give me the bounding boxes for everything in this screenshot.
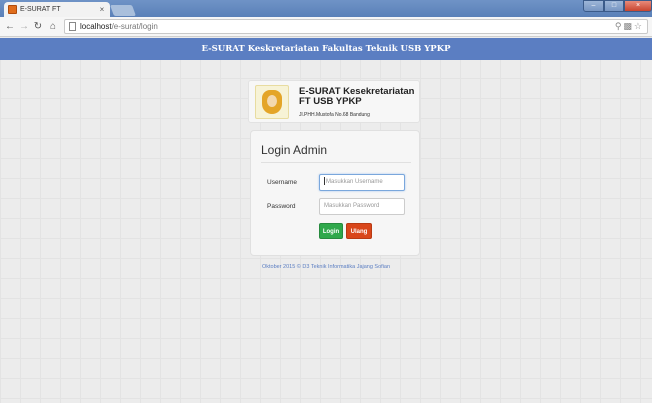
- login-heading: Login Admin: [261, 143, 328, 157]
- close-window-button[interactable]: ×: [624, 0, 652, 12]
- forward-icon[interactable]: →: [18, 20, 30, 33]
- bookmark-star-icon[interactable]: ☆: [634, 21, 644, 31]
- username-label: Username: [267, 179, 297, 186]
- browser-titlebar: E-SURAT FT × – □ ×: [0, 0, 652, 17]
- favicon-icon: [8, 5, 17, 14]
- username-placeholder: Masukkan Username: [326, 179, 383, 185]
- text-caret: [324, 177, 325, 186]
- page-icon: [69, 22, 76, 31]
- new-tab-button[interactable]: [109, 5, 137, 16]
- top-navbar: E-SURAT Keskretariatan Fakultas Teknik U…: [0, 38, 652, 60]
- brand-address: Jl.PHH.Mustofa No.68 Bandung: [299, 112, 370, 118]
- tab-close-icon[interactable]: ×: [97, 5, 107, 14]
- logo-figure-icon: [267, 95, 277, 107]
- browser-tab[interactable]: E-SURAT FT ×: [4, 2, 110, 17]
- brand-card: E-SURAT Kesekretariatan FT USB YPKP Jl.P…: [248, 80, 420, 123]
- university-logo: [255, 85, 289, 119]
- maximize-button[interactable]: □: [604, 0, 624, 12]
- reset-button[interactable]: Ulang: [346, 223, 372, 239]
- login-button[interactable]: Login: [319, 223, 343, 239]
- minimize-button[interactable]: –: [583, 0, 604, 12]
- browser-toolbar: ← → ↻ ⌂ localhost/e-surat/login ⚲▩☆: [0, 17, 652, 37]
- page-body: E-SURAT Keskretariatan Fakultas Teknik U…: [0, 38, 652, 403]
- address-bar[interactable]: localhost/e-surat/login ⚲▩☆: [64, 19, 648, 34]
- divider: [261, 162, 411, 163]
- url-path: /e-surat/login: [111, 22, 158, 31]
- login-card: Login Admin Username Masukkan Username P…: [250, 130, 420, 256]
- username-input[interactable]: Masukkan Username: [319, 174, 405, 191]
- password-label: Password: [267, 203, 296, 210]
- back-icon[interactable]: ←: [4, 20, 16, 33]
- translate-icon[interactable]: ▩: [623, 21, 634, 31]
- omnibox-icons: ⚲▩☆: [615, 21, 644, 32]
- tab-title: E-SURAT FT: [20, 6, 61, 13]
- home-icon[interactable]: ⌂: [47, 20, 59, 33]
- brand-title: E-SURAT Kesekretariatan FT USB YPKP: [299, 86, 415, 107]
- url-host: localhost: [80, 22, 112, 31]
- footer-text: Oktober 2015 © D3 Teknik Informatika Jaj…: [261, 264, 391, 270]
- password-placeholder: Masukkan Password: [324, 203, 380, 209]
- password-input[interactable]: Masukkan Password: [319, 198, 405, 215]
- reload-icon[interactable]: ↻: [32, 20, 44, 33]
